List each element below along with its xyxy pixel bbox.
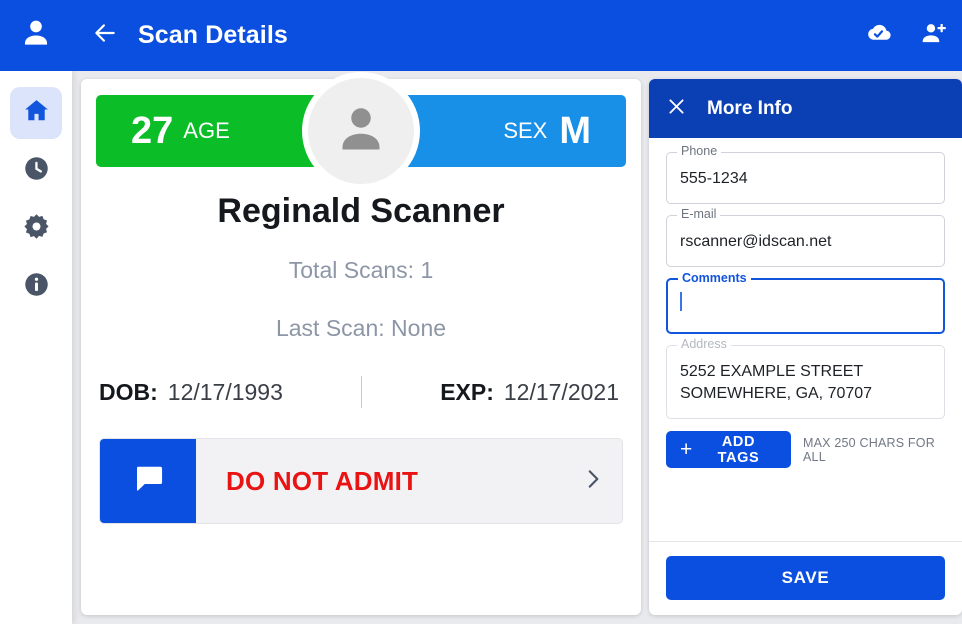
- email-value[interactable]: rscanner@idscan.net: [680, 231, 931, 253]
- address-value: 5252 EXAMPLE STREET SOMEWHERE, GA, 70707: [680, 363, 873, 402]
- exp-label: EXP:: [440, 378, 494, 405]
- more-info-header: More Info: [649, 79, 962, 138]
- address-field: Address 5252 EXAMPLE STREET SOMEWHERE, G…: [666, 338, 945, 419]
- sidebar-item-home[interactable]: [10, 87, 62, 139]
- chevron-right-icon[interactable]: [580, 466, 606, 497]
- person-add-icon: [920, 19, 948, 52]
- scan-detail-card: 27 AGE SEX M Reginald Scanner Total Scan…: [81, 72, 641, 615]
- app-root: Scan Details 27 AGE SEX M Reginald Scann…: [0, 0, 962, 624]
- avatar: [308, 78, 414, 184]
- more-info-title: More Info: [707, 97, 793, 119]
- arrow-back-icon: [92, 20, 118, 51]
- content-area: 27 AGE SEX M Reginald Scanner Total Scan…: [72, 71, 962, 624]
- comments-label: Comments: [678, 272, 751, 285]
- info-icon: [22, 270, 51, 304]
- banner-icon-box: [100, 439, 196, 523]
- address-label: Address: [677, 338, 731, 351]
- dob-value: 12/17/1993: [167, 378, 283, 405]
- history-clock-icon: [22, 154, 51, 188]
- do-not-admit-text: DO NOT ADMIT: [226, 465, 419, 496]
- save-button[interactable]: SAVE: [666, 556, 945, 600]
- sidebar-nav: [0, 71, 72, 624]
- phone-label: Phone: [677, 145, 722, 158]
- add-tags-button[interactable]: + ADD TAGS: [666, 431, 792, 468]
- comments-field[interactable]: Comments: [666, 272, 945, 334]
- phone-field[interactable]: Phone 555-1234: [666, 145, 945, 204]
- home-icon: [22, 96, 51, 130]
- more-info-footer: SAVE: [649, 541, 962, 615]
- dob-block: DOB: 12/17/1993: [99, 379, 361, 406]
- add-tags-label: ADD TAGS: [717, 433, 760, 466]
- email-field[interactable]: E-mail rscanner@idscan.net: [666, 208, 945, 267]
- do-not-admit-banner[interactable]: DO NOT ADMIT: [99, 438, 623, 524]
- person-icon: [19, 16, 53, 55]
- cloud-sync-button[interactable]: [850, 0, 906, 71]
- page-title: Scan Details: [138, 21, 288, 49]
- sex-value: M: [559, 110, 591, 152]
- dob-label: DOB:: [99, 378, 158, 405]
- age-badge: 27 AGE: [96, 95, 328, 167]
- tags-row: + ADD TAGS MAX 250 CHARS FOR ALL: [666, 431, 945, 468]
- age-value: 27: [131, 110, 174, 152]
- person-name: Reginald Scanner: [217, 192, 505, 230]
- sidebar-item-settings[interactable]: [10, 203, 62, 255]
- close-icon[interactable]: [666, 96, 687, 122]
- person-avatar-icon: [331, 99, 391, 164]
- comments-value[interactable]: [680, 292, 931, 314]
- sex-label: SEX: [503, 118, 548, 143]
- more-info-panel: More Info Phone 555-1234 E-mail rscanner…: [649, 79, 962, 615]
- sex-badge: SEX M: [394, 95, 626, 167]
- plus-icon: +: [680, 438, 693, 461]
- account-avatar-button[interactable]: [0, 0, 72, 71]
- dates-row: DOB: 12/17/1993 EXP: 12/17/2021: [99, 375, 623, 409]
- max-chars-note: MAX 250 CHARS FOR ALL: [803, 435, 935, 464]
- total-scans: Total Scans: 1: [288, 257, 434, 283]
- email-label: E-mail: [677, 208, 721, 221]
- exp-block: EXP: 12/17/2021: [362, 379, 624, 406]
- last-scan: Last Scan: None: [275, 315, 447, 341]
- age-label: AGE: [183, 118, 230, 143]
- exp-value: 12/17/2021: [503, 378, 619, 405]
- age-sex-banner: 27 AGE SEX M: [96, 72, 626, 190]
- sidebar-item-history[interactable]: [10, 145, 62, 197]
- back-button[interactable]: [78, 0, 132, 71]
- cloud-done-icon: [864, 19, 892, 52]
- phone-value[interactable]: 555-1234: [680, 168, 931, 190]
- text-caret: [680, 292, 682, 311]
- top-app-bar: Scan Details: [0, 0, 962, 71]
- add-person-button[interactable]: [906, 0, 962, 71]
- banner-body: DO NOT ADMIT: [196, 439, 622, 523]
- sidebar-item-info[interactable]: [10, 261, 62, 313]
- chat-bubble-icon: [130, 460, 167, 502]
- gear-icon: [22, 212, 51, 246]
- more-info-form: Phone 555-1234 E-mail rscanner@idscan.ne…: [649, 138, 962, 541]
